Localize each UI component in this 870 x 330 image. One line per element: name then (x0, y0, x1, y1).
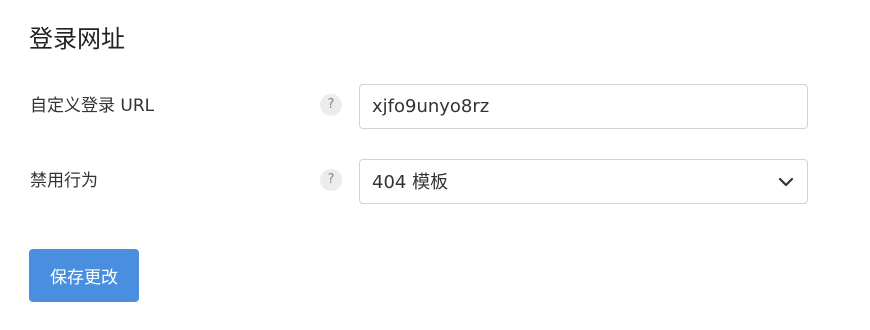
disabled-behavior-selected-value: 404 模板 (372, 172, 449, 193)
section-title: 登录网址 (29, 25, 125, 53)
chevron-down-icon (778, 177, 794, 187)
disabled-behavior-help-icon[interactable]: ? (320, 169, 342, 191)
custom-login-url-label: 自定义登录 URL (30, 96, 155, 116)
disabled-behavior-select[interactable]: 404 模板 (359, 159, 808, 204)
disabled-behavior-label: 禁用行为 (30, 171, 98, 191)
custom-login-url-row: 自定义登录 URL ? (0, 84, 870, 130)
login-url-settings-panel: 登录网址 自定义登录 URL ? 禁用行为 ? 404 模板 保存更改 (0, 0, 870, 330)
save-changes-button[interactable]: 保存更改 (29, 249, 139, 302)
custom-login-url-input[interactable] (359, 84, 808, 129)
custom-login-url-help-icon[interactable]: ? (320, 94, 342, 116)
disabled-behavior-row: 禁用行为 ? 404 模板 (0, 159, 870, 205)
